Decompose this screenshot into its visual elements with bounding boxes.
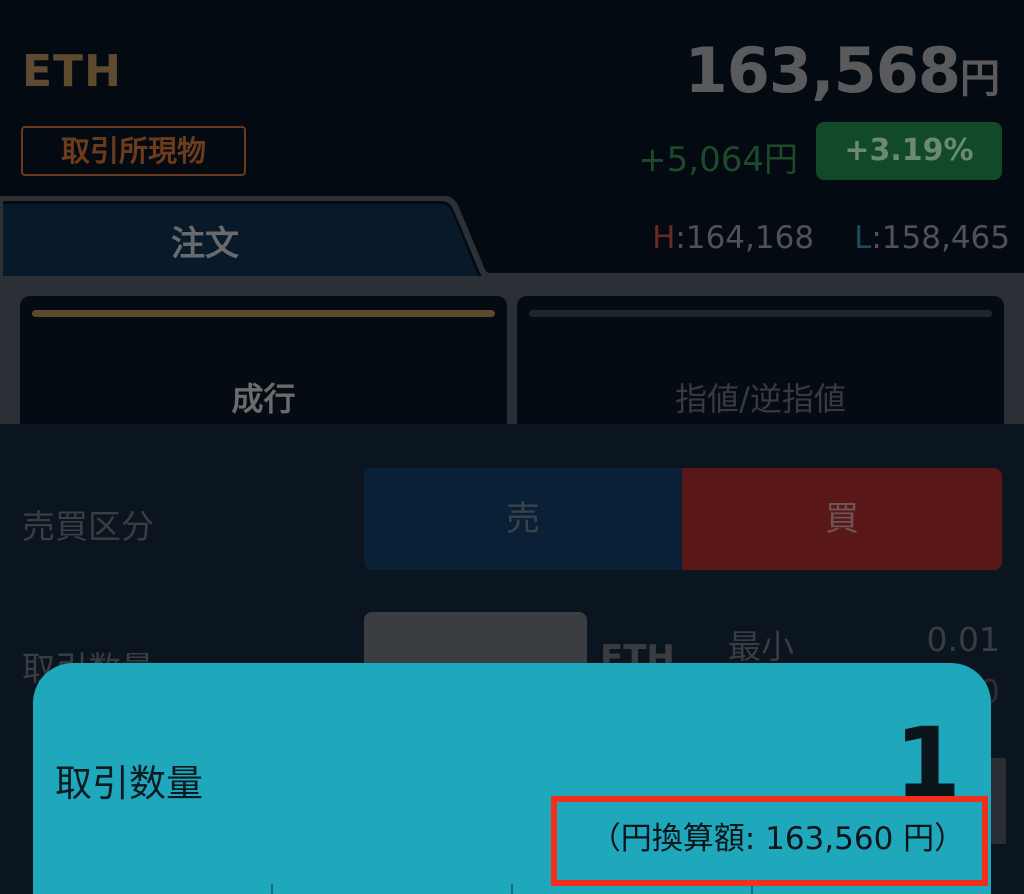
high-value: 164,168 [685, 220, 815, 256]
order-type-selector: 成行 指値/逆指値 [0, 276, 1024, 426]
price-change-percent-badge: +3.19% [816, 122, 1002, 180]
order-type-market-button[interactable]: 成行 [20, 296, 507, 426]
change-value: +5,064 [638, 140, 764, 180]
high-label: H [652, 220, 676, 256]
side-label: 売買区分 [22, 507, 154, 546]
buy-button[interactable]: 買 [682, 468, 1002, 570]
card-quantity-label: 取引数量 [55, 762, 203, 805]
price-unit: 円 [960, 56, 1000, 102]
low-value: 158,465 [881, 220, 1010, 256]
price-header: ETH 取引所現物 163,568円 +5,064円 +3.19% [0, 0, 1024, 200]
order-type-market-label: 成行 [231, 380, 296, 418]
symbol-title: ETH [22, 46, 122, 97]
tab-order[interactable]: 注文 [110, 216, 300, 265]
side-selector: 売 買 [364, 468, 1002, 570]
sell-button[interactable]: 売 [364, 468, 682, 570]
price-value: 163,568 [684, 34, 961, 107]
market-badge: 取引所現物 [21, 126, 246, 176]
price-change-absolute: +5,064円 [638, 132, 798, 181]
trading-screen: ETH 取引所現物 163,568円 +5,064円 +3.19% 注文 H:1… [0, 0, 1024, 894]
order-type-limit-label: 指値/逆指値 [675, 380, 846, 418]
min-quantity-value: 0.01 [926, 620, 1000, 659]
change-unit: 円 [764, 140, 798, 180]
unselected-indicator [529, 310, 992, 317]
order-type-limit-button[interactable]: 指値/逆指値 [517, 296, 1004, 426]
tab-strip: 注文 H:164,168 L:158,465 [0, 196, 1024, 276]
selected-indicator [32, 310, 495, 317]
low-label: L [854, 220, 872, 256]
highlight-annotation-box [551, 796, 988, 886]
high-low-readout: H:164,168 L:158,465 [652, 220, 1010, 256]
min-quantity-label: 最小 [728, 627, 794, 666]
current-price: 163,568円 [685, 34, 1000, 107]
